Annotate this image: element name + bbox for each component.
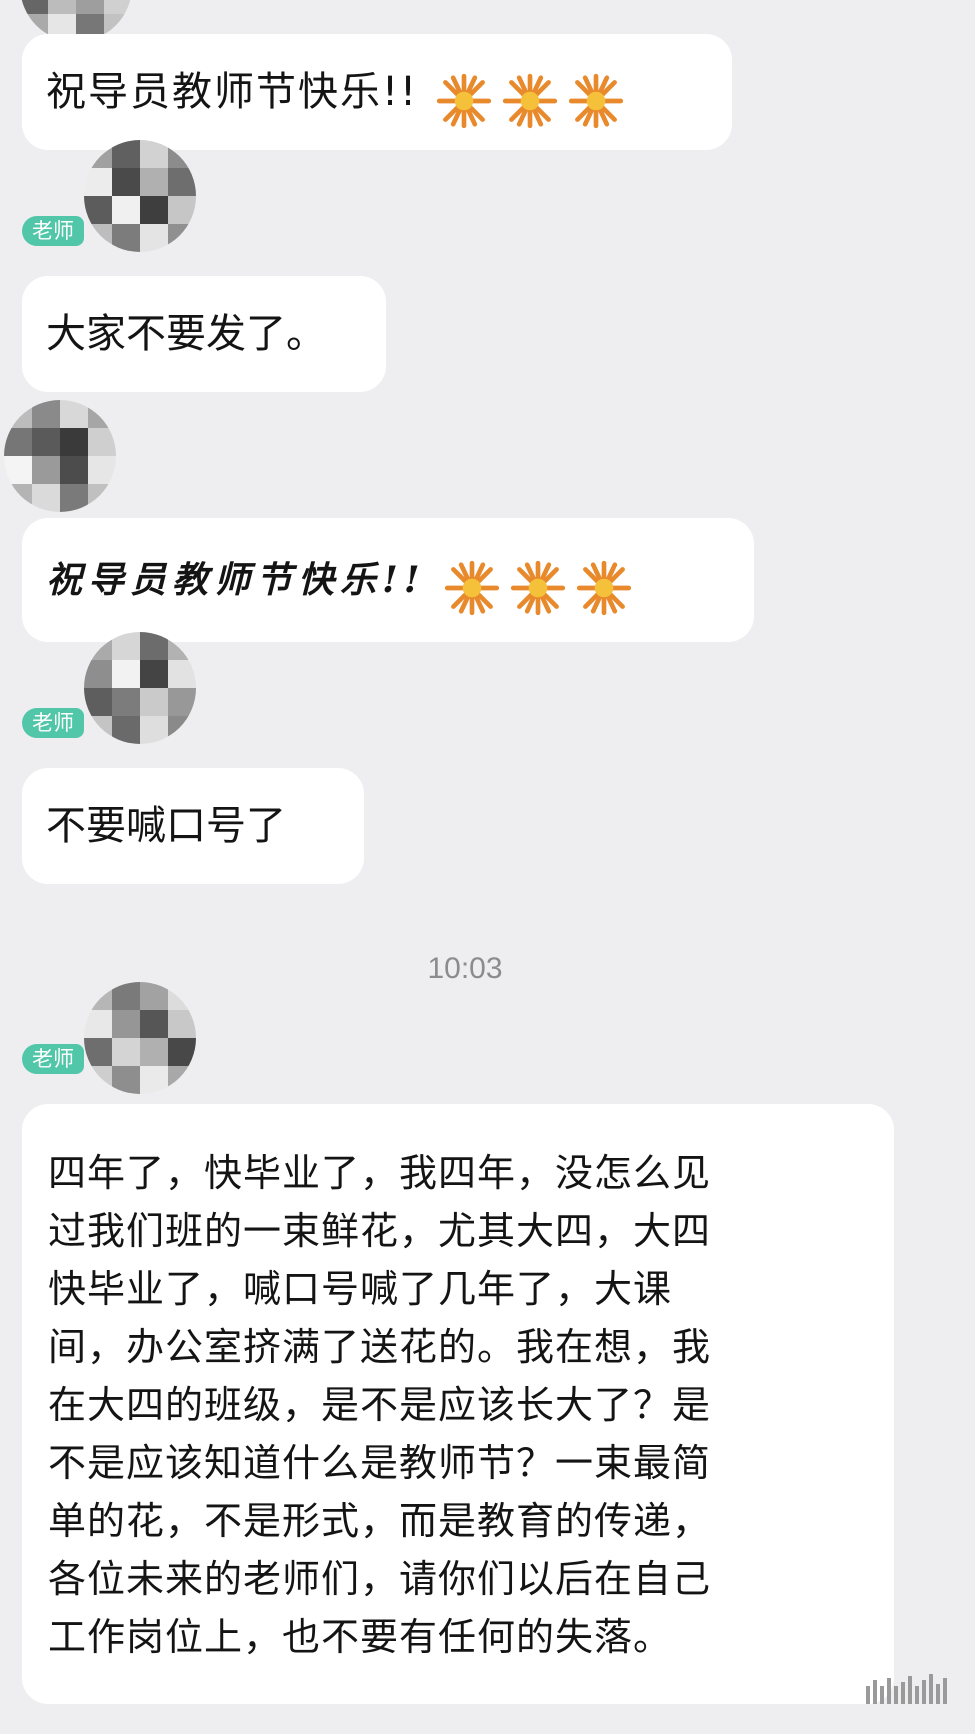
message-text: 祝导员教师节快乐!!: [46, 559, 426, 601]
message-bubble[interactable]: 大家不要发了。: [22, 276, 386, 392]
firework-emoji: [576, 560, 631, 615]
message-text: 祝导员教师节快乐!!: [46, 69, 419, 115]
firework-emoji-group: [433, 70, 627, 132]
teacher-avatar[interactable]: [84, 632, 196, 744]
message-text: 大家不要发了。: [46, 311, 326, 357]
firework-emoji: [569, 73, 624, 128]
firework-emoji: [437, 73, 492, 128]
teacher-badge: 老师: [22, 216, 84, 246]
message-bubble[interactable]: 祝导员教师节快乐!!: [22, 34, 732, 150]
teacher-badge: 老师: [22, 1044, 84, 1074]
message-bubble[interactable]: 祝导员教师节快乐!!: [22, 518, 754, 642]
message-text: 不要喊口号了: [46, 803, 286, 849]
teacher-avatar[interactable]: [84, 140, 196, 252]
firework-emoji: [503, 73, 558, 128]
teacher-avatar[interactable]: [84, 982, 196, 1094]
teacher-badge: 老师: [22, 708, 84, 738]
message-timestamp: 10:03: [427, 952, 503, 985]
message-bubble[interactable]: 四年了，快毕业了，我四年，没怎么见 过我们班的一束鲜花，尤其大四，大四 快毕业了…: [22, 1104, 894, 1704]
avatar[interactable]: [4, 400, 116, 512]
firework-emoji-group: [441, 557, 635, 619]
chat-window: 祝导员教师节快乐!! 老师 大家不要发了。 祝导员教师节快乐!! 老师 不要喊口…: [0, 0, 975, 1734]
firework-emoji: [510, 560, 565, 615]
watermark: [866, 1674, 947, 1704]
firework-emoji: [444, 560, 499, 615]
message-bubble[interactable]: 不要喊口号了: [22, 768, 364, 884]
message-text: 四年了，快毕业了，我四年，没怎么见 过我们班的一束鲜花，尤其大四，大四 快毕业了…: [48, 1151, 712, 1659]
